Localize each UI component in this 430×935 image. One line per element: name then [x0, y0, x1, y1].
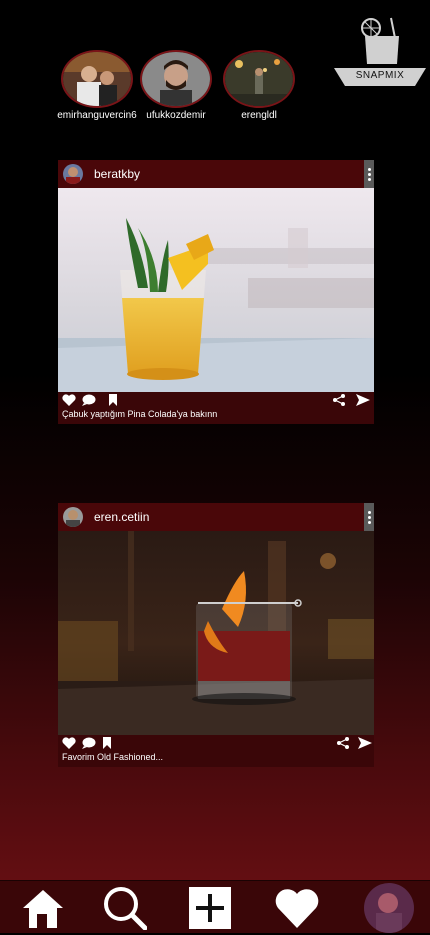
- pina-colada-photo: [58, 188, 374, 392]
- story-item[interactable]: ufukkozdemir: [131, 50, 221, 121]
- story-username: ufukkozdemir: [146, 110, 206, 121]
- comment-icon[interactable]: [82, 394, 96, 406]
- more-options-button[interactable]: [364, 160, 374, 188]
- search-icon[interactable]: [103, 886, 148, 931]
- add-icon[interactable]: [188, 886, 232, 930]
- post-caption: Favorim Old Fashioned...: [62, 752, 164, 762]
- share-icon[interactable]: [332, 394, 346, 406]
- old-fashioned-photo: [58, 531, 374, 735]
- story-username: erengldl: [241, 110, 277, 121]
- snapmix-logo: SNAPMIX: [333, 16, 427, 88]
- comment-icon[interactable]: [82, 737, 96, 749]
- post-header: eren.cetiin: [58, 503, 374, 531]
- post-image[interactable]: [58, 188, 374, 392]
- post-username[interactable]: beratkby: [94, 167, 140, 181]
- post-card: eren.cetiin Favorim Old Fashioned...: [58, 503, 374, 767]
- home-icon[interactable]: [21, 886, 65, 930]
- share-icon[interactable]: [336, 737, 350, 749]
- post-username[interactable]: eren.cetiin: [94, 510, 149, 524]
- story-item[interactable]: erengldl: [214, 50, 304, 121]
- send-icon[interactable]: [356, 394, 370, 406]
- story-avatar[interactable]: [140, 50, 212, 108]
- heart-icon[interactable]: [62, 394, 76, 406]
- post-actions: [58, 392, 374, 408]
- bottom-navigation: [0, 880, 430, 933]
- post-header: beratkby: [58, 160, 374, 188]
- logo-text: SNAPMIX: [355, 70, 405, 81]
- story-username: emirhanguvercin6: [57, 110, 137, 121]
- post-card: beratkby Çabuk yaptığım Pina Colada'ya b…: [58, 160, 374, 424]
- post-avatar[interactable]: [63, 507, 83, 527]
- post-actions: [58, 735, 374, 751]
- story-avatar[interactable]: [223, 50, 295, 108]
- send-icon[interactable]: [358, 737, 372, 749]
- post-image[interactable]: [58, 531, 374, 735]
- story-item[interactable]: emirhanguvercin6: [52, 50, 142, 121]
- more-options-button[interactable]: [364, 503, 374, 531]
- bookmark-icon[interactable]: [102, 737, 112, 749]
- profile-avatar[interactable]: [364, 883, 414, 933]
- post-avatar[interactable]: [63, 164, 83, 184]
- bookmark-icon[interactable]: [108, 394, 118, 406]
- post-caption: Çabuk yaptığım Pina Colada'ya bakınn: [62, 409, 218, 419]
- story-avatar[interactable]: [61, 50, 133, 108]
- heart-icon[interactable]: [62, 737, 76, 749]
- heart-icon[interactable]: [275, 886, 319, 930]
